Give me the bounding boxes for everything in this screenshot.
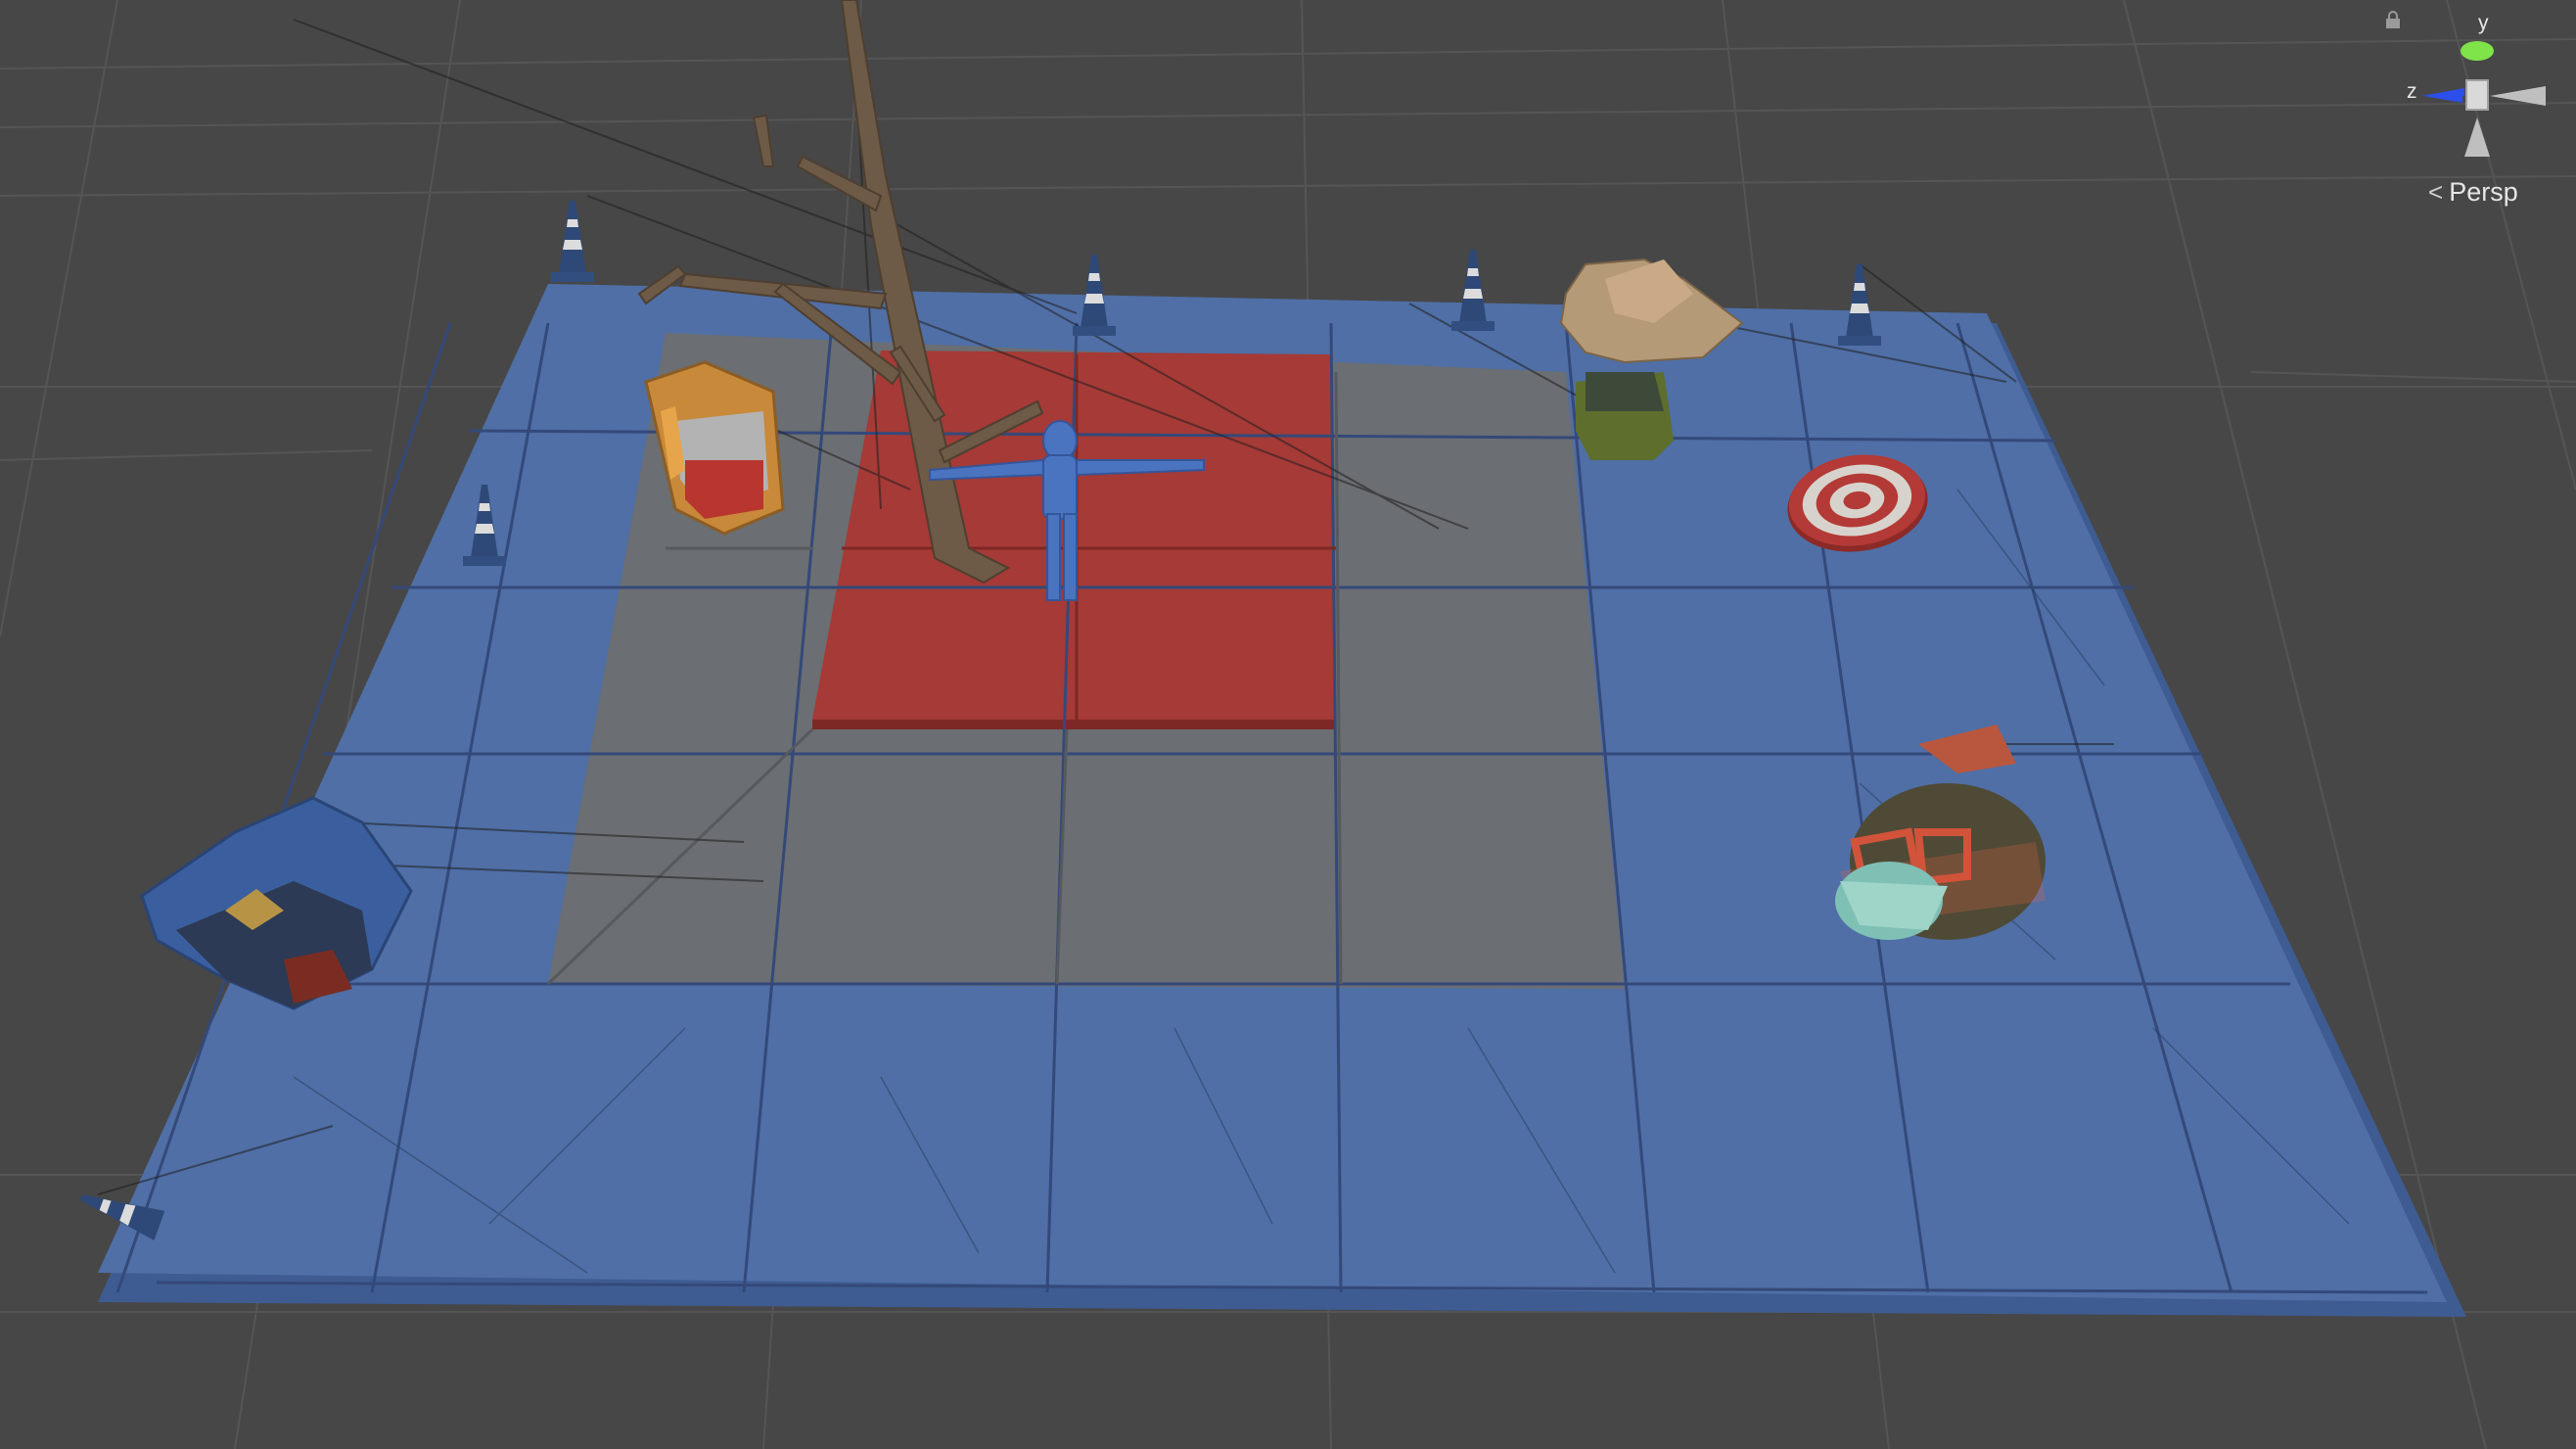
scene-viewport[interactable]: y z < Persp bbox=[0, 0, 2576, 1449]
axis-z-label: z bbox=[2407, 80, 2417, 103]
tile-board bbox=[98, 284, 2466, 1317]
projection-label: Persp bbox=[2449, 176, 2518, 207]
lock-icon[interactable] bbox=[2384, 10, 2402, 29]
scene-canvas[interactable] bbox=[0, 0, 2576, 1449]
axis-negative-y-icon[interactable] bbox=[2464, 117, 2490, 157]
chevron-left-icon: < bbox=[2428, 176, 2444, 207]
traffic-cone[interactable] bbox=[551, 201, 594, 282]
axis-negative-z-icon[interactable] bbox=[2490, 86, 2546, 106]
gizmo-center-cube[interactable] bbox=[2465, 79, 2489, 111]
orientation-gizmo[interactable]: y z < Persp bbox=[2384, 10, 2570, 210]
axis-y-icon[interactable] bbox=[2461, 41, 2494, 61]
projection-toggle[interactable]: < Persp bbox=[2428, 176, 2518, 208]
axis-y-label: y bbox=[2478, 12, 2489, 34]
